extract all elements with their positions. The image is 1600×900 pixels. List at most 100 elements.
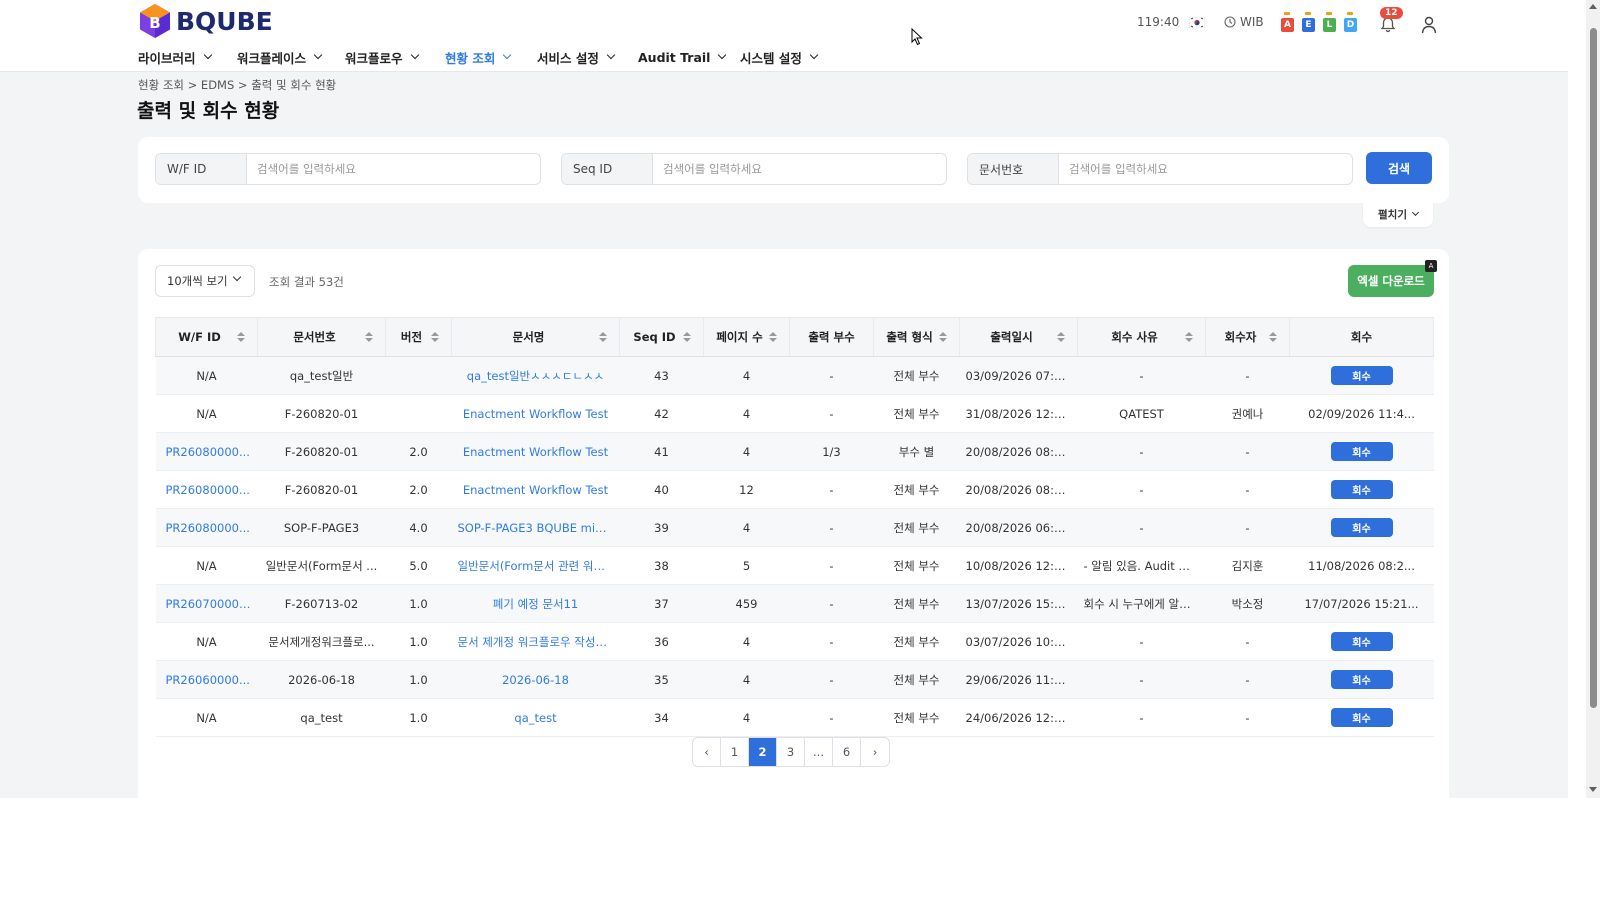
env-badge-letter: L [1326,20,1333,30]
table-cell: 37 [654,596,669,611]
table-cell: 34 [654,710,669,725]
seq-id-search-input[interactable] [653,154,946,184]
column-header-label: 회수 [1350,330,1373,344]
sort-icon[interactable] [939,332,947,344]
table-cell: QATEST [1119,406,1164,421]
column-header[interactable]: 출력일시 [959,317,1078,357]
column-header[interactable]: 페이지 수 [703,317,790,357]
env-badge-l[interactable]: L [1323,12,1336,32]
timezone-indicator[interactable]: WIB [1224,10,1264,34]
sort-icon[interactable] [1057,332,1065,344]
sort-icon[interactable] [769,332,777,344]
language-flag[interactable] [1189,10,1205,34]
nav-item-3[interactable]: 현황 조회 [445,46,537,68]
scroll-up-arrow-icon[interactable] [1589,4,1597,9]
vertical-scrollbar[interactable] [1586,0,1600,798]
nav-item-2[interactable]: 워크플로우 [345,46,445,68]
sort-icon[interactable] [431,332,439,344]
chevron-down-icon [410,50,419,60]
scroll-down-arrow-icon[interactable] [1589,787,1597,792]
table-cell-link[interactable]: qa_test일반ㅅㅅㅅㄷㄴㅅㅅ [452,357,620,395]
table-cell-link[interactable]: SOP-F-PAGE3 BQUBE migr... [452,509,620,547]
table-cell: SOP-F-PAGE3 [283,520,360,535]
table-cell-link[interactable]: Enactment Workflow Test [452,395,620,433]
nav-item-5[interactable]: Audit Trail [638,46,740,68]
reclaim-button[interactable]: 회수 [1330,708,1393,727]
table-cell-link[interactable]: PR26080000... [156,509,258,547]
pagination-page-2[interactable]: 2 [749,738,777,766]
sort-icon[interactable] [1269,332,1277,344]
column-header[interactable]: 버전 [385,317,452,357]
nav-item-1[interactable]: 워크플레이스 [237,46,345,68]
excel-download-button[interactable]: 엑셀 다운로드 [1348,265,1434,297]
pagination-next-button[interactable]: › [861,738,889,766]
column-header[interactable]: 회수자 [1205,317,1290,357]
table-cell-link[interactable]: Enactment Workflow Test [452,471,620,509]
pagination-page-6[interactable]: 6 [833,738,861,766]
table-cell: - [1245,444,1250,459]
chevron-down-icon [809,50,819,60]
env-badge-d[interactable]: D [1344,12,1357,32]
table-cell: qa_test [300,710,343,725]
reclaim-button[interactable]: 회수 [1330,442,1393,461]
reclaim-button[interactable]: 회수 [1330,632,1393,651]
table-cell: - [829,406,834,421]
env-badge-a[interactable]: A [1281,12,1294,32]
table-cell-link[interactable]: 폐기 예정 문서11 [452,585,620,623]
results-table: W/F ID 문서번호 버전 문서명 Seq ID 페이지 수 출력 부수 출력 형식 출력일시… [155,317,1434,737]
expand-filters-button[interactable]: 펼치기 [1363,201,1433,227]
page-size-select[interactable]: 10개씩 보기 [155,265,255,297]
column-header-label: 문서명 [512,330,545,344]
doc-number-search-input[interactable] [1059,154,1352,184]
sort-icon[interactable] [365,332,373,344]
table-cell: N/A [196,406,217,421]
table-cell: 전체 부수 [893,368,940,383]
column-header[interactable]: 문서번호 [257,317,386,357]
table-cell-link[interactable]: 2026-06-18 [452,661,620,699]
table-cell: 1.0 [409,634,428,649]
pagination-page-3[interactable]: 3 [777,738,805,766]
table-cell: 20/08/2026 08:5... [965,444,1073,459]
table-cell: 회수 시 누구에게 알림... [1083,596,1201,611]
sort-icon[interactable] [683,332,691,344]
user-profile-button[interactable] [1421,10,1437,34]
nav-item-4[interactable]: 서비스 설정 [537,46,638,68]
pagination-page-1[interactable]: 1 [721,738,749,766]
table-cell: 4 [742,710,751,725]
sort-icon[interactable] [599,332,607,344]
chevron-down-icon [606,50,616,60]
search-button[interactable]: 검색 [1366,152,1432,184]
column-header[interactable]: 출력 형식 [873,317,960,357]
wf-id-search-input[interactable] [247,154,540,184]
table-cell: 35 [654,672,669,687]
sort-icon[interactable] [237,332,245,344]
reclaim-button[interactable]: 회수 [1330,670,1393,689]
column-header[interactable]: Seq ID [619,317,704,357]
table-cell-link[interactable]: 문서 제개정 워크플로우 작성시 ... [452,623,620,661]
table-cell-link[interactable]: PR26060000... [156,661,258,699]
pagination-prev-button[interactable]: ‹ [693,738,721,766]
korea-flag-icon [1189,16,1205,28]
table-cell-link[interactable]: PR26080000... [156,471,258,509]
column-header[interactable]: 회수 사유 [1077,317,1206,357]
table-cell-link[interactable]: PR2607000027 [156,585,258,623]
table-cell-link[interactable]: qa_test [452,699,620,737]
column-header[interactable]: 문서명 [451,317,620,357]
nav-item-0[interactable]: 라이브러리 [138,46,237,68]
sort-icon[interactable] [1185,332,1193,344]
table-cell-link[interactable]: 일반문서(Form문서 관련 워크... [452,547,620,585]
table-cell: 4 [742,406,751,421]
nav-item-6[interactable]: 시스템 설정 [740,46,830,68]
env-badge-e[interactable]: E [1302,12,1315,32]
reclaim-button[interactable]: 회수 [1330,480,1393,499]
table-row: N/A 일반문서(Form문서 ... 5.0 일반문서(Form문서 관련 워크..… [155,546,1434,585]
table-cell: F-260820-01 [284,482,359,497]
logo[interactable]: B BQUBE [138,3,273,39]
reclaim-button[interactable]: 회수 [1330,366,1393,385]
scrollbar-thumb[interactable] [1590,28,1597,708]
table-cell-link[interactable]: Enactment Workflow Test [452,433,620,471]
table-cell-link[interactable]: PR26080000... [156,433,258,471]
table-cell: - [1245,710,1250,725]
column-header[interactable]: W/F ID [155,317,258,357]
reclaim-button[interactable]: 회수 [1330,518,1393,537]
